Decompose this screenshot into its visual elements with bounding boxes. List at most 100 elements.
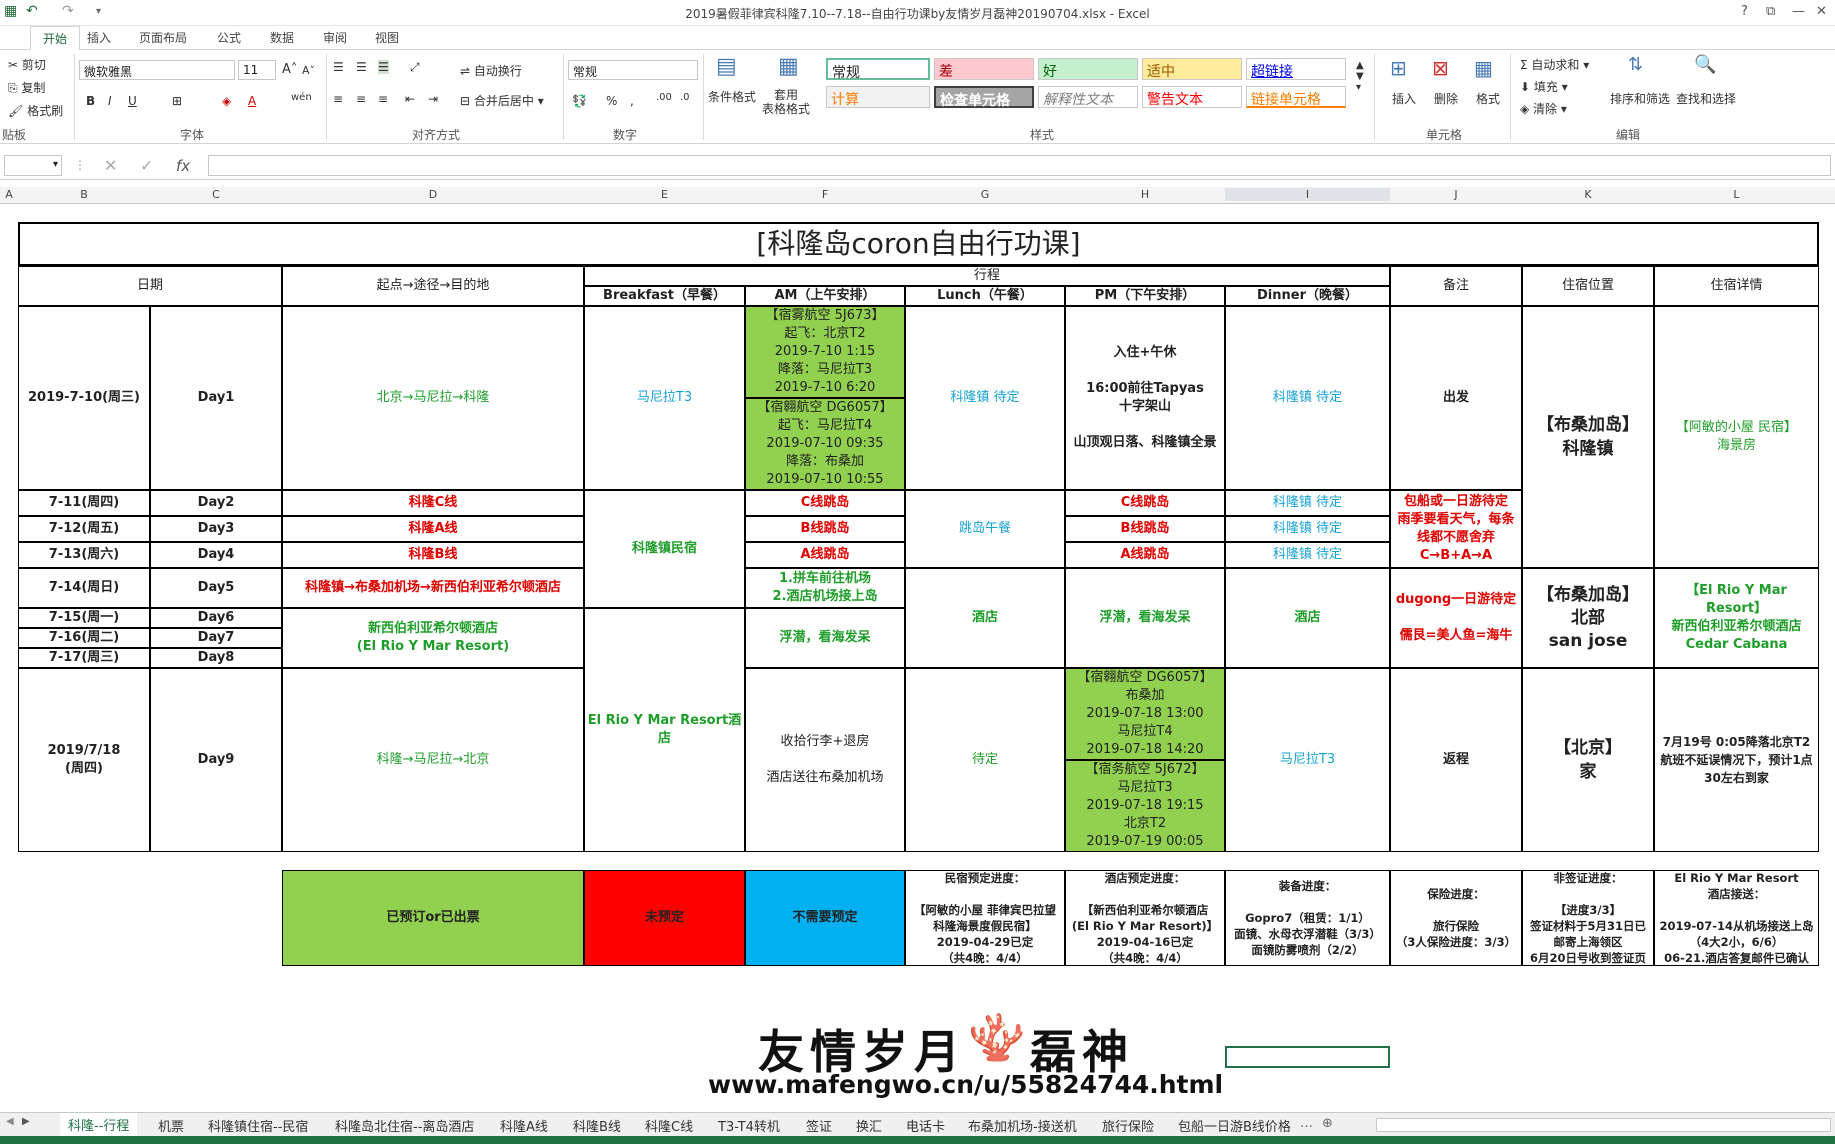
- increase-decimal-icon[interactable]: .00: [656, 92, 672, 103]
- day9-lunch[interactable]: 待定: [905, 668, 1065, 852]
- day6-label[interactable]: Day6: [150, 608, 282, 628]
- sheet-title[interactable]: [科隆岛coron自由行功课]: [18, 222, 1819, 266]
- dinner-day5-8[interactable]: 酒店: [1225, 568, 1390, 668]
- day1-label[interactable]: Day1: [150, 306, 282, 490]
- stay2-detail[interactable]: 【El Rio Y Mar Resort】 新西伯利亚希尔顿酒店 Cedar C…: [1654, 568, 1819, 668]
- pm-day5-8[interactable]: 浮潜，看海发呆: [1065, 568, 1225, 668]
- tab-home[interactable]: 开始: [30, 26, 81, 51]
- help-icon[interactable]: ?: [1741, 4, 1748, 19]
- number-format-combo[interactable]: 常规: [568, 60, 698, 80]
- day8-label[interactable]: Day8: [150, 648, 282, 668]
- percent-button[interactable]: %: [606, 94, 617, 108]
- header-dinner[interactable]: Dinner（晚餐）: [1225, 286, 1390, 306]
- shrink-font-icon[interactable]: A˅: [302, 64, 315, 77]
- day1-route[interactable]: 北京→马尼拉→科隆: [282, 306, 584, 490]
- day4-route[interactable]: 科隆B线: [282, 542, 584, 568]
- stay1-location[interactable]: 【布桑加岛】 科隆镇: [1522, 306, 1654, 568]
- column-header[interactable]: D: [282, 188, 584, 201]
- insert-function-icon[interactable]: fx: [176, 157, 190, 175]
- column-header[interactable]: K: [1522, 188, 1654, 201]
- column-header[interactable]: H: [1065, 188, 1225, 201]
- header-itinerary[interactable]: 行程: [584, 266, 1390, 286]
- cancel-entry-icon[interactable]: ✕: [104, 156, 117, 175]
- merge-center-button[interactable]: ⊟ 合并后居中 ▾: [460, 92, 544, 109]
- formula-input[interactable]: [208, 155, 1831, 176]
- day4-label[interactable]: Day4: [150, 542, 282, 568]
- column-header[interactable]: B: [18, 188, 150, 201]
- lunch-day2-4[interactable]: 跳岛午餐: [905, 490, 1065, 568]
- day8-date[interactable]: 7-17(周三): [18, 648, 150, 668]
- day9-pm-flight1[interactable]: 【宿翱航空 DG6057】 布桑加 2019-07-18 13:00 马尼拉T4…: [1065, 668, 1225, 760]
- fill-button[interactable]: ⬇ 填充 ▾: [1520, 78, 1568, 95]
- increase-indent-icon[interactable]: ⇥: [428, 92, 438, 106]
- find-select-button[interactable]: 查找和选择: [1676, 90, 1736, 107]
- day4-date[interactable]: 7-13(周六): [18, 542, 150, 568]
- clear-button[interactable]: ◈ 清除 ▾: [1520, 100, 1567, 117]
- header-pm[interactable]: PM（下午安排）: [1065, 286, 1225, 306]
- style-hyperlink[interactable]: 超链接: [1246, 58, 1346, 80]
- format-as-table-icon[interactable]: ▦: [778, 54, 799, 79]
- tab-data[interactable]: 数据: [270, 29, 294, 46]
- sheet-tab[interactable]: 科隆A线: [500, 1116, 548, 1135]
- delete-cells-button[interactable]: 删除: [1434, 90, 1458, 107]
- sheet-tab[interactable]: 科隆C线: [645, 1116, 693, 1135]
- day5-date[interactable]: 7-14(周日): [18, 568, 150, 608]
- header-note[interactable]: 备注: [1390, 266, 1522, 306]
- style-normal[interactable]: 常规: [826, 58, 930, 81]
- style-neutral[interactable]: 适中: [1142, 58, 1242, 80]
- horizontal-scrollbar[interactable]: [1376, 1118, 1831, 1132]
- comma-style-icon[interactable]: ,: [630, 94, 634, 108]
- day1-am-flight2[interactable]: 【宿翱航空 DG6057】 起飞：马尼拉T4 2019-07-10 09:35 …: [745, 398, 905, 490]
- day3-dinner[interactable]: 科隆镇 待定: [1225, 516, 1390, 542]
- decrease-indent-icon[interactable]: ⇤: [405, 92, 415, 106]
- tab-formulas[interactable]: 公式: [217, 29, 241, 46]
- tab-insert[interactable]: 插入: [87, 29, 111, 46]
- align-top-icon[interactable]: ☰: [333, 60, 344, 74]
- tab-view[interactable]: 视图: [375, 29, 399, 46]
- sheet-tab[interactable]: 科隆镇住宿--民宿: [208, 1116, 308, 1135]
- day7-date[interactable]: 7-16(周二): [18, 628, 150, 648]
- sheet-tab[interactable]: 布桑加机场-接送机: [968, 1116, 1077, 1135]
- day9-dinner[interactable]: 马尼拉T3: [1225, 668, 1390, 852]
- active-cell[interactable]: [1225, 1046, 1390, 1068]
- day4-am[interactable]: A线跳岛: [745, 542, 905, 568]
- progress-visa[interactable]: 非签证进度： 【进度3/3】 签证材料于5月31日已 邮寄上海领区 6月20日号…: [1522, 870, 1654, 966]
- day2-label[interactable]: Day2: [150, 490, 282, 516]
- italic-icon[interactable]: I: [108, 94, 112, 108]
- day9-note[interactable]: 返程: [1390, 668, 1522, 852]
- column-header[interactable]: J: [1390, 188, 1522, 201]
- underline-icon[interactable]: U: [128, 94, 137, 108]
- legend-booked[interactable]: 已预订or已出票: [282, 870, 584, 966]
- sort-filter-button[interactable]: 排序和筛选: [1610, 90, 1670, 107]
- format-painter-button[interactable]: 🖌 格式刷: [8, 102, 63, 119]
- day2-route[interactable]: 科隆C线: [282, 490, 584, 516]
- conditional-format-icon[interactable]: ▤: [716, 54, 737, 79]
- style-check-cell[interactable]: 检查单元格: [934, 86, 1034, 109]
- note-day5-8[interactable]: dugong一日游待定 儒艮=美人鱼=海牛: [1390, 568, 1522, 668]
- next-sheet-icon[interactable]: ▶: [22, 1116, 30, 1127]
- currency-icon[interactable]: 💱: [572, 94, 587, 108]
- day2-am[interactable]: C线跳岛: [745, 490, 905, 516]
- progress-transfer[interactable]: El Rio Y Mar Resort 酒店接送： 2019-07-14从机场接…: [1654, 870, 1819, 966]
- orientation-icon[interactable]: ⤢: [410, 60, 420, 75]
- style-calculation[interactable]: 计算: [826, 86, 930, 108]
- day6-date[interactable]: 7-15(周一): [18, 608, 150, 628]
- style-good[interactable]: 好: [1038, 58, 1138, 80]
- header-stay-detail[interactable]: 住宿详情: [1654, 266, 1819, 306]
- sort-filter-icon[interactable]: ⇅: [1628, 54, 1643, 75]
- copy-button[interactable]: ⎘ 复制: [8, 79, 45, 96]
- style-bad[interactable]: 差: [934, 58, 1034, 80]
- sheet-tab[interactable]: 科隆B线: [573, 1116, 621, 1135]
- stay3-location[interactable]: 【北京】 家: [1522, 668, 1654, 852]
- name-box[interactable]: ▾: [4, 155, 62, 176]
- legend-not-booked[interactable]: 未预定: [584, 870, 745, 966]
- style-linked-cell[interactable]: 链接单元格: [1246, 86, 1346, 108]
- day1-lunch[interactable]: 科隆镇 待定: [905, 306, 1065, 490]
- more-sheets-icon[interactable]: …: [1300, 1116, 1313, 1131]
- align-center-icon[interactable]: ≡: [356, 92, 366, 106]
- progress-homestay[interactable]: 民宿预定进度： 【阿敏的小屋 菲律宾巴拉望 科隆海景度假民宿】 2019-04-…: [905, 870, 1065, 966]
- day9-label[interactable]: Day9: [150, 668, 282, 852]
- day1-note[interactable]: 出发: [1390, 306, 1522, 490]
- border-icon[interactable]: ⊞: [172, 94, 182, 108]
- header-date[interactable]: 日期: [18, 266, 282, 306]
